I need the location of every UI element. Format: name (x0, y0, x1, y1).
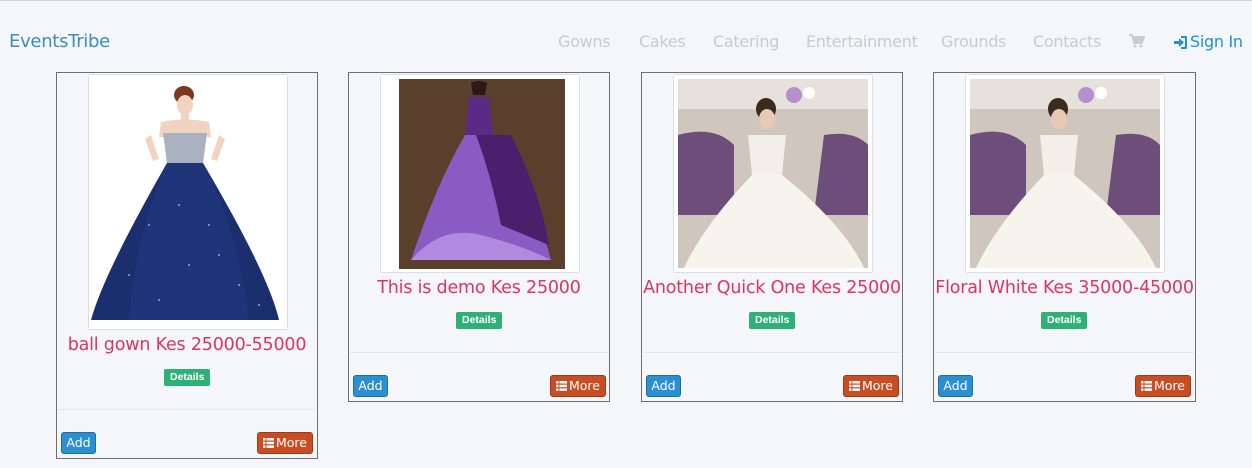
nav-link-cakes[interactable]: Cakes (639, 32, 686, 51)
card-divider (935, 352, 1194, 353)
product-card: Another Quick One Kes 25000 Details Add … (641, 72, 903, 402)
product-card: Floral White Kes 35000-45000 Details Add… (933, 72, 1196, 402)
nav-link-contacts[interactable]: Contacts (1033, 32, 1101, 51)
card-divider (350, 352, 608, 353)
list-icon (263, 438, 274, 448)
list-icon (1141, 381, 1152, 391)
nav-link-entertainment[interactable]: Entertainment (806, 32, 918, 51)
more-button[interactable]: More (257, 432, 313, 454)
more-button[interactable]: More (550, 375, 606, 397)
product-title[interactable]: ball gown Kes 25000-55000 (57, 335, 317, 355)
details-badge[interactable]: Details (164, 369, 211, 386)
nav-link-gowns[interactable]: Gowns (558, 32, 611, 51)
add-button[interactable]: Add (61, 432, 96, 454)
product-image[interactable] (673, 74, 873, 273)
product-title[interactable]: This is demo Kes 25000 (349, 278, 609, 298)
list-icon (849, 381, 860, 391)
more-label: More (1154, 378, 1185, 393)
product-title[interactable]: Another Quick One Kes 25000 (642, 278, 902, 298)
add-button[interactable]: Add (938, 375, 973, 397)
card-divider (58, 409, 316, 410)
product-image[interactable] (965, 74, 1165, 273)
shopping-cart-icon[interactable] (1129, 34, 1146, 48)
sign-in-label: Sign In (1190, 32, 1243, 51)
more-button[interactable]: More (843, 375, 899, 397)
more-label: More (276, 435, 307, 450)
product-title[interactable]: Floral White Kes 35000-45000 (934, 278, 1195, 298)
navbar: EventsTribe Gowns Cakes Catering Enterta… (0, 1, 1252, 71)
product-card: This is demo Kes 25000 Details Add More (348, 72, 610, 402)
more-label: More (862, 378, 893, 393)
sign-in-link[interactable]: Sign In (1174, 32, 1243, 51)
nav-link-grounds[interactable]: Grounds (941, 32, 1006, 51)
card-divider (643, 352, 901, 353)
product-card: ball gown Kes 25000-55000 Details Add Mo… (56, 72, 318, 459)
add-button[interactable]: Add (646, 375, 681, 397)
product-image[interactable] (380, 74, 580, 273)
nav-link-catering[interactable]: Catering (713, 32, 779, 51)
sign-in-icon (1174, 36, 1187, 49)
more-label: More (569, 378, 600, 393)
brand-link[interactable]: EventsTribe (9, 31, 110, 52)
more-button[interactable]: More (1135, 375, 1191, 397)
details-badge[interactable]: Details (456, 312, 503, 329)
details-badge[interactable]: Details (749, 312, 796, 329)
product-image[interactable] (88, 74, 288, 330)
list-icon (556, 381, 567, 391)
add-button[interactable]: Add (353, 375, 388, 397)
details-badge[interactable]: Details (1041, 312, 1088, 329)
